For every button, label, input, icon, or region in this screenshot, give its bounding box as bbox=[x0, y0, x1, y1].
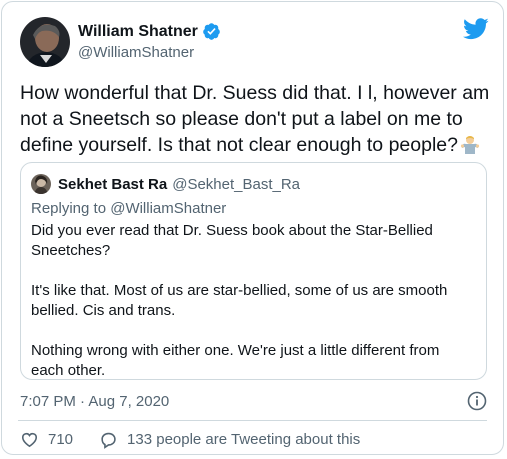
quoted-tweet-header: Sekhet Bast Ra @Sekhet_Bast_Ra bbox=[31, 174, 300, 194]
twitter-bird-icon[interactable] bbox=[462, 18, 489, 40]
tweet-actions: 710 133 people are Tweeting about this bbox=[20, 430, 360, 449]
tweet-timestamp[interactable]: 7:07 PM · Aug 7, 2020 bbox=[20, 393, 169, 410]
like-button[interactable]: 710 bbox=[20, 430, 73, 449]
quoted-paragraph: It's like that. Most of us are star-bell… bbox=[31, 282, 448, 319]
author-handle[interactable]: @WilliamShatner bbox=[78, 44, 221, 61]
tweet-body: How wonderful that Dr. Suess did that. I… bbox=[20, 82, 490, 156]
speech-bubble-icon bbox=[101, 432, 116, 449]
man-shrugging-emoji-icon bbox=[460, 134, 480, 154]
quoted-author-avatar[interactable] bbox=[31, 174, 51, 194]
like-count: 710 bbox=[48, 431, 74, 448]
info-icon[interactable] bbox=[467, 391, 487, 411]
author-avatar[interactable] bbox=[20, 17, 70, 67]
divider bbox=[18, 420, 487, 421]
quoted-author-name[interactable]: Sekhet Bast Ra bbox=[58, 176, 167, 193]
quoted-tweet-body: Did you ever read that Dr. Suess book ab… bbox=[31, 221, 471, 381]
quoted-author-handle[interactable]: @Sekhet_Bast_Ra bbox=[172, 176, 300, 193]
replying-to-label: Replying to @WilliamShatner bbox=[31, 200, 227, 217]
author-info: William Shatner @WilliamShatner bbox=[78, 22, 221, 61]
tweet-text: How wonderful that Dr. Suess did that. I… bbox=[20, 80, 490, 158]
tweet-card: William Shatner @WilliamShatner How wond… bbox=[1, 1, 504, 455]
verified-badge-icon bbox=[202, 22, 221, 41]
tweets-about-link[interactable]: 133 people are Tweeting about this bbox=[99, 430, 360, 449]
tweets-about-text: 133 people are Tweeting about this bbox=[127, 431, 361, 448]
author-name[interactable]: William Shatner bbox=[78, 23, 198, 41]
heart-icon bbox=[21, 432, 38, 448]
quoted-paragraph: Nothing wrong with either one. We're jus… bbox=[31, 342, 440, 379]
quoted-tweet[interactable]: Sekhet Bast Ra @Sekhet_Bast_Ra Replying … bbox=[20, 162, 487, 380]
quoted-paragraph: Did you ever read that Dr. Suess book ab… bbox=[31, 222, 433, 259]
